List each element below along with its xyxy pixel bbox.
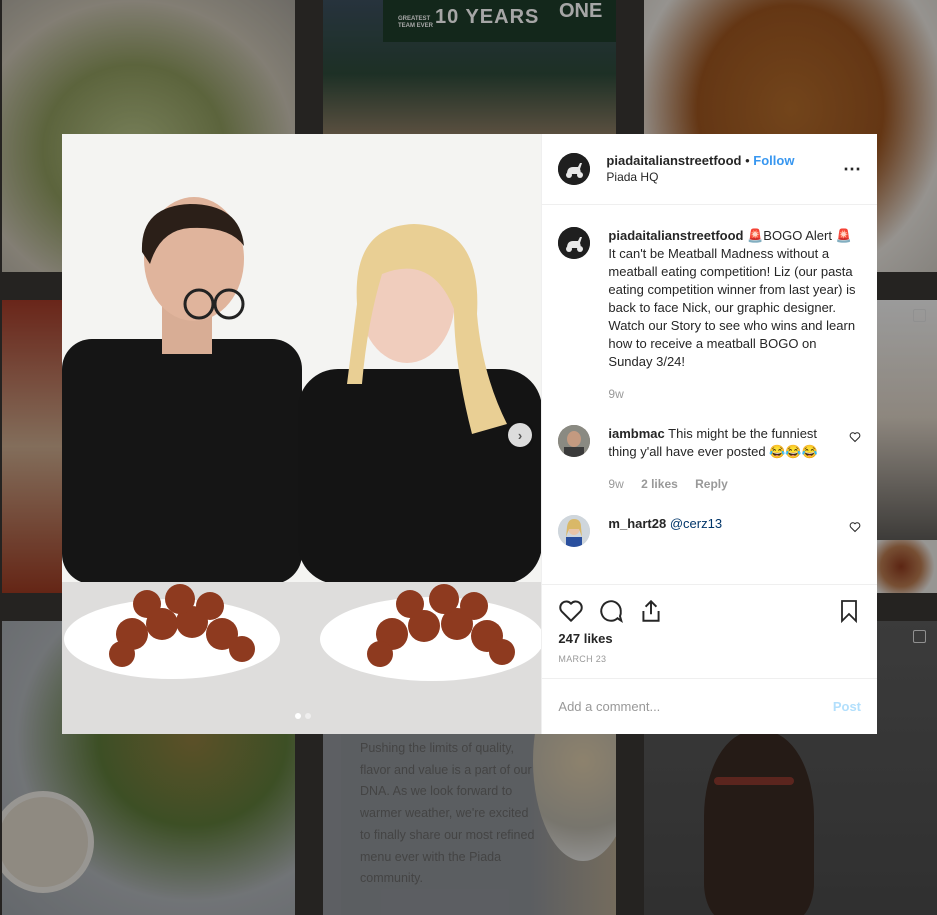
woman-shirt	[298, 369, 542, 584]
comment-meta: 9w 2 likes Reply	[608, 475, 839, 493]
comments-list[interactable]: piadaitalianstreetfood 🚨BOGO Alert 🚨 It …	[542, 205, 877, 584]
post-photo[interactable]: ›	[62, 134, 542, 734]
caption: piadaitalianstreetfood 🚨BOGO Alert 🚨 It …	[558, 227, 861, 403]
comment-username[interactable]: iambmac	[608, 426, 664, 441]
caption-age[interactable]: 9w	[608, 387, 623, 401]
menu-card-text: Pushing the limits of quality, flavor an…	[360, 741, 535, 886]
follow-button[interactable]: Follow	[753, 153, 794, 168]
caption-meta: 9w	[608, 385, 861, 403]
comment-likes[interactable]: 2 likes	[641, 477, 678, 491]
reply-button[interactable]: Reply	[695, 477, 728, 491]
post-sidebar: piadaitalianstreetfood • Follow Piada HQ…	[541, 134, 877, 734]
post-comment-button[interactable]: Post	[833, 699, 861, 714]
header-username[interactable]: piadaitalianstreetfood	[606, 153, 741, 168]
post-modal: › piadaitalianstreetfood • Follow Piada …	[62, 134, 877, 734]
action-icons	[558, 595, 861, 627]
chevron-right-icon: ›	[517, 427, 523, 443]
comment-age[interactable]: 9w	[608, 477, 623, 491]
carousel-dot-active	[295, 713, 301, 719]
comment-item: m_hart28 @cerz13	[558, 515, 861, 547]
separator: •	[745, 153, 750, 168]
user-photo-icon	[558, 515, 591, 547]
account-avatar[interactable]	[558, 153, 591, 185]
like-heart-icon[interactable]	[558, 598, 584, 624]
likes-count[interactable]: 247 likes	[558, 631, 861, 646]
caption-avatar[interactable]	[558, 227, 591, 259]
scooter-logo-icon	[558, 153, 591, 185]
commenter-avatar[interactable]	[558, 425, 591, 457]
comment-like-heart-icon[interactable]	[849, 431, 861, 443]
add-comment-input[interactable]: Add a comment...	[558, 699, 660, 714]
caption-username[interactable]: piadaitalianstreetfood	[608, 228, 743, 243]
carousel-indicator	[295, 713, 311, 719]
user-photo-icon	[558, 425, 591, 457]
post-date[interactable]: MARCH 23	[558, 654, 861, 664]
comment-username[interactable]: m_hart28	[608, 516, 666, 531]
photo-illustration	[62, 134, 542, 734]
comment-like-heart-icon[interactable]	[849, 521, 861, 533]
scooter-logo-icon	[558, 227, 591, 259]
share-icon[interactable]	[638, 598, 664, 624]
man-shirt	[62, 339, 302, 584]
location-link[interactable]: Piada HQ	[606, 169, 794, 186]
carousel-dot	[305, 713, 311, 719]
comment-item: iambmac This might be the funniest thing…	[558, 425, 861, 493]
comment-bubble-icon[interactable]	[598, 598, 624, 624]
post-header: piadaitalianstreetfood • Follow Piada HQ…	[542, 134, 877, 205]
add-comment-bar: Add a comment... Post	[542, 678, 877, 734]
more-options-icon[interactable]: ⋯	[843, 159, 861, 180]
commenter-avatar[interactable]	[558, 515, 591, 547]
post-actions: 247 likes MARCH 23	[542, 584, 877, 678]
comment-mention[interactable]: @cerz13	[670, 516, 722, 531]
bookmark-icon[interactable]	[837, 598, 861, 624]
caption-text: 🚨BOGO Alert 🚨 It can't be Meatball Madne…	[608, 228, 856, 369]
carousel-next-button[interactable]: ›	[508, 423, 532, 447]
